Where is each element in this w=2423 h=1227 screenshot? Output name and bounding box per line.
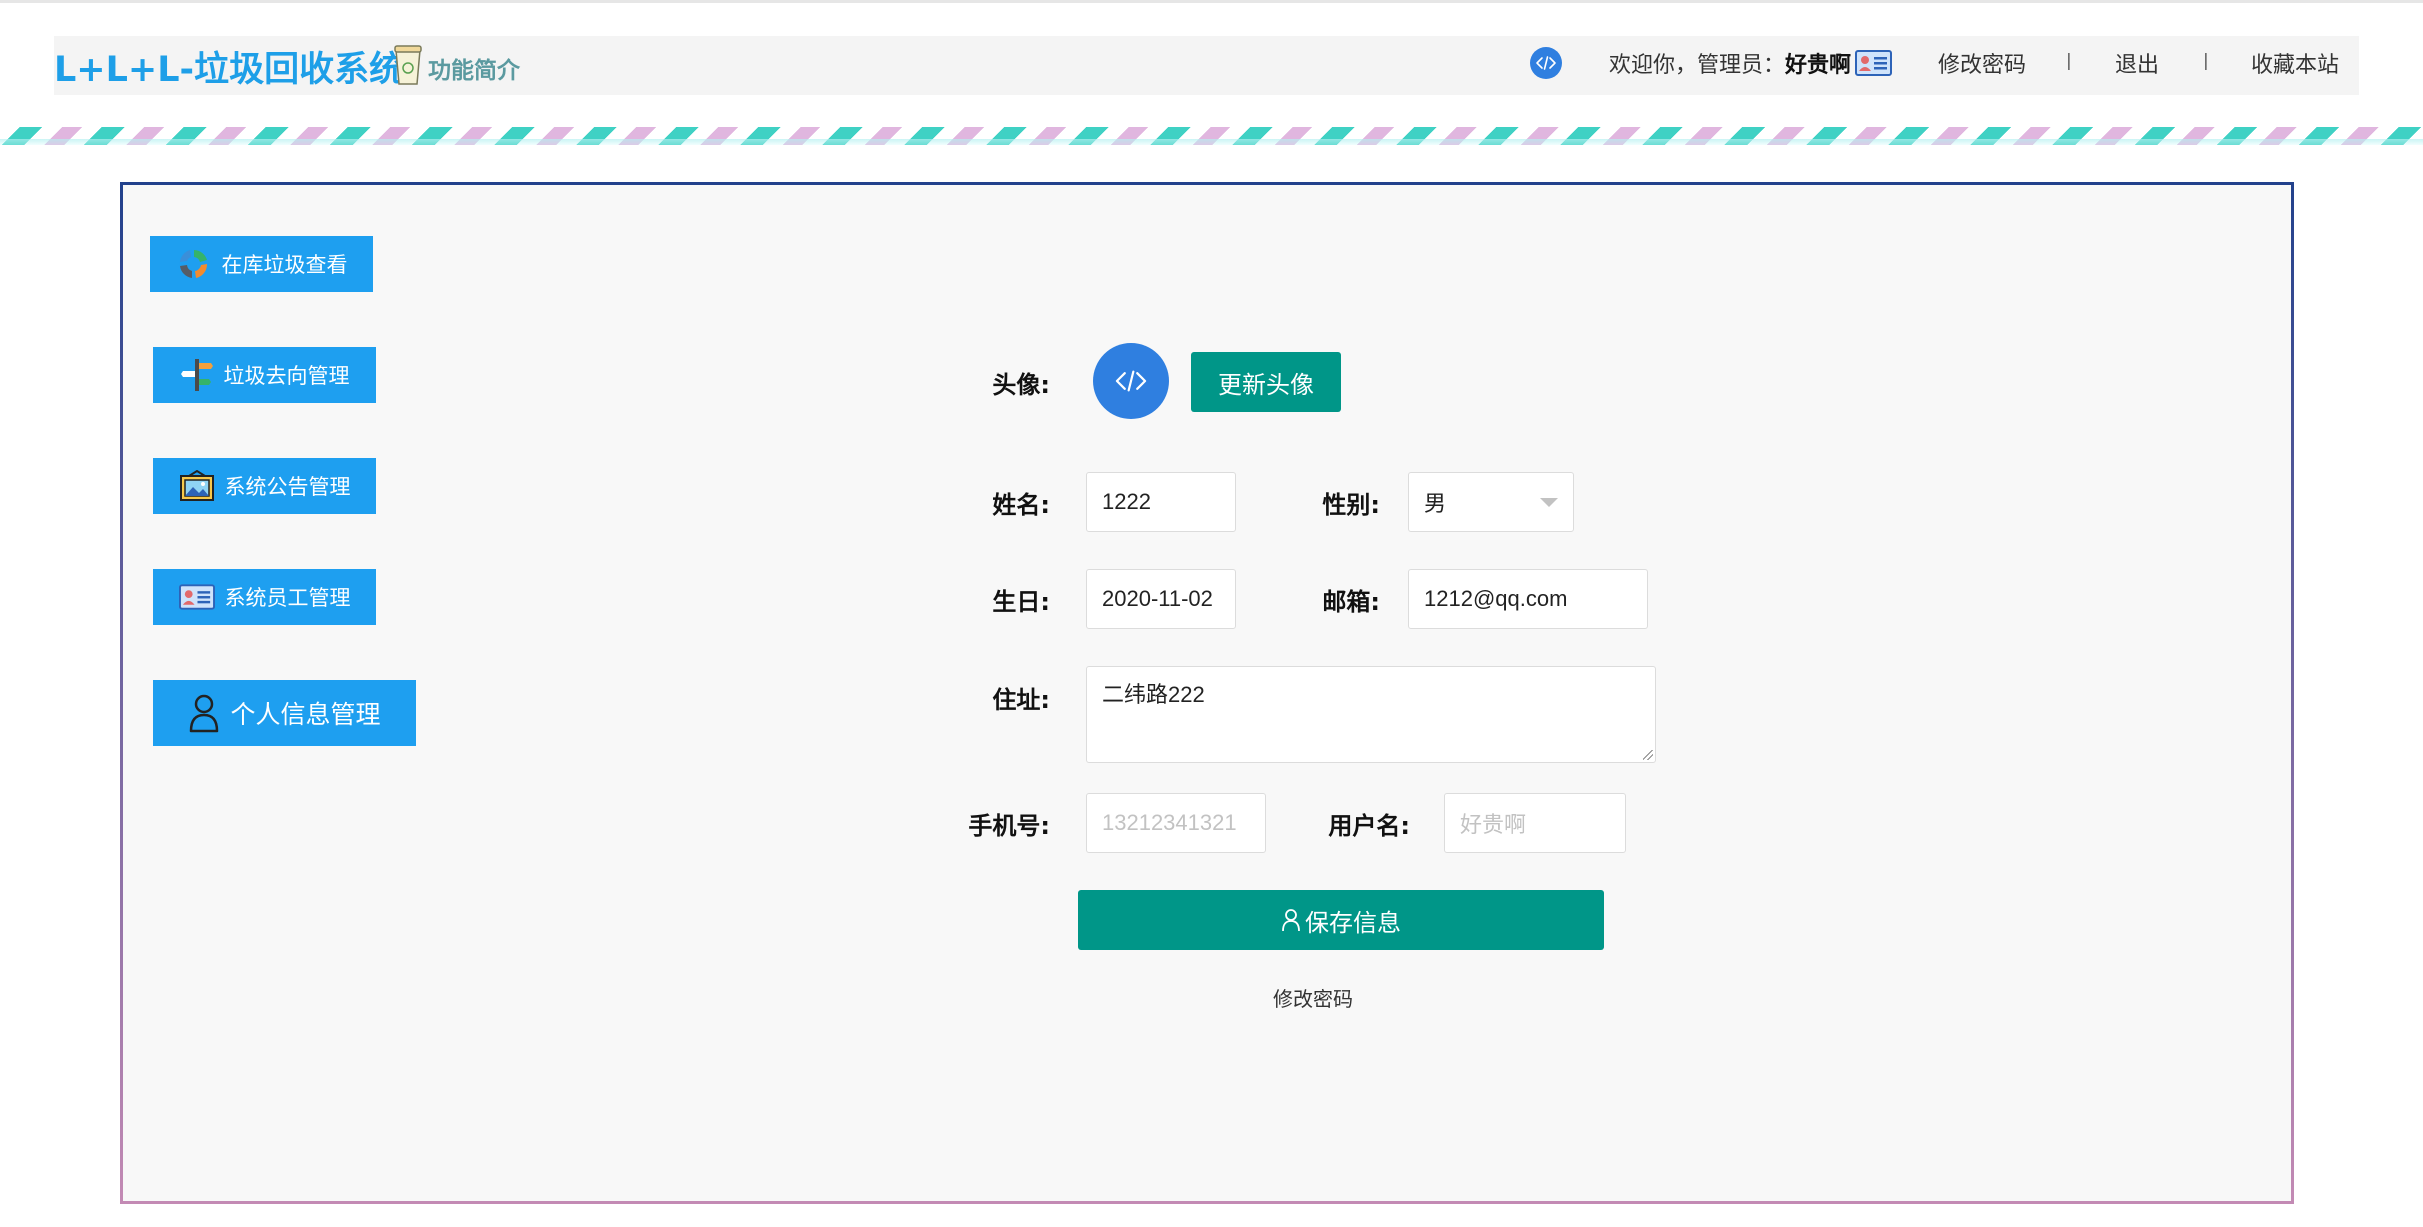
phone-field[interactable]: 13212341321 — [1086, 793, 1266, 853]
top-border-line — [0, 0, 2423, 3]
sidebar-item-inventory[interactable]: 在库垃圾查看 — [150, 236, 373, 292]
app-title: L+L+L-垃圾回收系统 — [54, 50, 405, 90]
bookmark-link[interactable]: 收藏本站 — [2251, 47, 2339, 79]
username-label: 用户名: — [1328, 812, 1410, 840]
resize-grip-icon[interactable] — [1643, 750, 1653, 760]
sidebar-item-label: 垃圾去向管理 — [223, 364, 350, 388]
signpost-icon — [180, 359, 213, 391]
gender-label: 性别: — [1322, 491, 1380, 519]
code-icon — [1530, 47, 1562, 79]
name-label: 姓名: — [992, 491, 1050, 519]
code-icon — [1115, 370, 1147, 392]
chevron-down-icon — [1540, 498, 1558, 507]
email-field[interactable]: 1212@qq.com — [1408, 569, 1648, 629]
sidebar-item-label: 系统员工管理 — [224, 586, 351, 610]
user-icon — [190, 694, 219, 733]
name-field[interactable]: 1222 — [1086, 472, 1236, 532]
change-password-link[interactable]: 修改密码 — [1938, 47, 2026, 79]
cup-icon — [393, 44, 423, 86]
save-button-label: 保存信息 — [1305, 908, 1401, 937]
address-textarea[interactable]: 二纬路222 — [1086, 666, 1656, 763]
birthday-field[interactable]: 2020-11-02 — [1086, 569, 1236, 629]
user-icon — [1282, 909, 1300, 932]
email-label: 邮箱: — [1322, 588, 1380, 616]
phone-label: 手机号: — [968, 812, 1050, 840]
gender-value: 男 — [1424, 491, 1447, 516]
sidebar-item-announcements[interactable]: 系统公告管理 — [153, 458, 376, 514]
username-field[interactable]: 好贵啊 — [1444, 793, 1626, 853]
sidebar-item-profile[interactable]: 个人信息管理 — [153, 680, 416, 746]
admin-username: 好贵啊 — [1785, 53, 1852, 78]
welcome-text: 欢迎你，管理员：好贵啊 — [1609, 47, 1851, 79]
change-password-link[interactable]: 修改密码 — [1273, 983, 1353, 1012]
sidebar-item-label: 系统公告管理 — [224, 475, 351, 499]
intro-link[interactable]: 功能简介 — [428, 51, 520, 85]
nav-separator: | — [2203, 51, 2209, 71]
id-card-icon — [178, 584, 215, 610]
birthday-label: 生日: — [992, 588, 1050, 616]
save-button[interactable]: 保存信息 — [1078, 890, 1604, 950]
update-avatar-button[interactable]: 更新头像 — [1191, 352, 1341, 412]
sidebar-item-destination[interactable]: 垃圾去向管理 — [153, 347, 376, 403]
welcome-prefix: 欢迎你，管理员： — [1609, 53, 1786, 78]
address-value: 二纬路222 — [1102, 682, 1205, 707]
logout-link[interactable]: 退出 — [2115, 47, 2159, 79]
sidebar-item-label: 个人信息管理 — [230, 700, 381, 729]
nav-separator: | — [2066, 51, 2072, 71]
decorative-stripe — [0, 127, 2423, 145]
picture-icon — [179, 470, 214, 501]
address-label: 住址: — [992, 686, 1050, 714]
recycle-icon — [178, 249, 209, 279]
sidebar-item-staff[interactable]: 系统员工管理 — [153, 569, 376, 625]
gender-select[interactable]: 男 — [1408, 472, 1574, 532]
avatar-label: 头像: — [992, 371, 1050, 399]
avatar[interactable] — [1093, 343, 1169, 419]
sidebar-item-label: 在库垃圾查看 — [221, 253, 348, 277]
id-card-icon — [1855, 50, 1892, 76]
